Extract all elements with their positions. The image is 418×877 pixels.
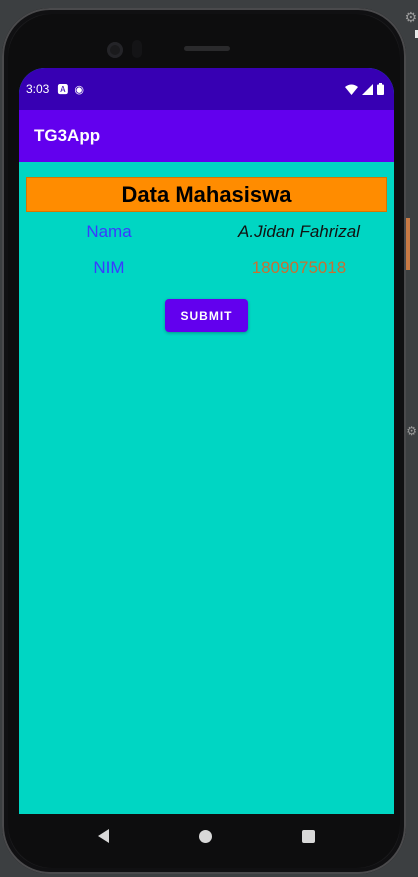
app-title: TG3App (34, 126, 101, 145)
notification-p-icon: ◉ (74, 82, 84, 96)
home-icon[interactable] (199, 829, 212, 843)
nim-label: NIM (93, 258, 125, 277)
ide-scroll-indicator (406, 218, 410, 270)
nama-label: Nama (86, 222, 132, 241)
settings-icon[interactable]: ⚙ (406, 424, 417, 438)
nav-bar (19, 814, 394, 858)
recents-icon[interactable] (302, 829, 315, 843)
wifi-icon (345, 84, 358, 95)
nim-value: 1809075018 (251, 258, 347, 277)
submit-button[interactable]: SUBMIT (165, 299, 248, 332)
speaker-grille (184, 46, 230, 51)
camera-icon (107, 42, 123, 58)
ide-side-panel: ⚙ ⚙ (404, 0, 418, 877)
signal-icon (362, 83, 373, 95)
sensor-icon (132, 40, 142, 58)
field-row-nim: NIM 1809075018 (19, 256, 394, 280)
field-row-nama: Nama A.Jidan Fahrizal (19, 220, 394, 244)
app-bar: TG3App (19, 110, 394, 162)
back-icon[interactable] (98, 829, 109, 843)
page-title: Data Mahasiswa (26, 177, 387, 212)
gear-icon[interactable]: ⚙ (404, 10, 417, 26)
app-a-icon: 🅰 (57, 83, 69, 96)
status-bar: 3:03 🅰 ◉ (19, 68, 394, 110)
status-icons (345, 83, 384, 95)
status-time: 3:03 (26, 82, 50, 96)
nama-value: A.Jidan Fahrizal (238, 222, 360, 241)
phone-frame: 3:03 🅰 ◉ TG3App Data Mahasiswa Nama A.Ji… (2, 8, 406, 874)
app-screen: 3:03 🅰 ◉ TG3App Data Mahasiswa Nama A.Ji… (19, 68, 394, 814)
battery-icon (377, 83, 384, 95)
